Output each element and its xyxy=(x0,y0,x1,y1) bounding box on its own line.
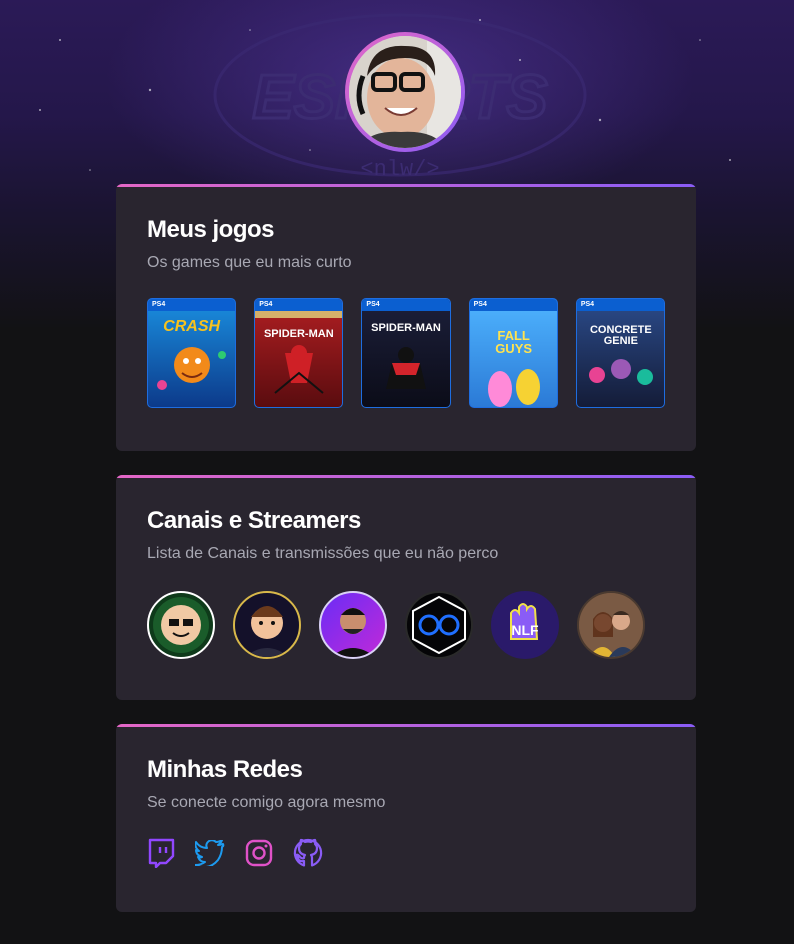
channel-avatar-nlf[interactable]: NLF xyxy=(491,591,559,659)
spiderman-art xyxy=(274,345,324,394)
ps4-label: PS4 xyxy=(469,299,557,311)
fall-guys-art xyxy=(487,369,540,407)
casimiro-logo xyxy=(153,597,209,653)
nlf-logo: NLF xyxy=(510,603,539,640)
game-title: CONCRETE GENIE xyxy=(589,324,652,347)
channel-avatar-streamer-2[interactable] xyxy=(233,591,301,659)
crash-art xyxy=(157,347,226,390)
game-cover-concrete-genie[interactable]: PS4 CONCRETE GENIE xyxy=(575,298,666,408)
channels-card: Canais e Streamers Lista de Canais e tra… xyxy=(116,475,696,700)
games-title: Meus jogos xyxy=(147,216,275,243)
couple-photo xyxy=(579,593,643,657)
concrete-genie-art xyxy=(588,359,653,385)
glasses-logo xyxy=(412,595,466,655)
channel-avatar-couple[interactable] xyxy=(577,591,645,659)
ps4-label: PS4 xyxy=(255,299,343,311)
channels-list: NLF xyxy=(147,591,665,659)
game-cover-miles-morales[interactable]: PS4 SPIDER-MAN xyxy=(361,298,451,408)
streamer-2-avatar xyxy=(245,606,289,657)
instagram-link[interactable] xyxy=(245,839,273,867)
ps4-label: PS4 xyxy=(362,299,450,311)
game-title: SPIDER-MAN xyxy=(371,322,441,334)
game-cover-fall-guys[interactable]: PS4 FALL GUYS xyxy=(468,298,558,408)
ps4-label: PS4 xyxy=(576,299,665,311)
svg-text:<nlw/>: <nlw/> xyxy=(360,157,439,182)
instagram-icon xyxy=(245,839,273,867)
game-cover-spiderman[interactable]: PS4 SPIDER-MAN xyxy=(254,298,344,408)
channels-subtitle: Lista de Canais e transmissões que eu nã… xyxy=(147,545,499,562)
profile-avatar xyxy=(345,32,465,152)
svg-text:NLF: NLF xyxy=(511,622,539,638)
twitter-link[interactable] xyxy=(195,840,225,866)
channel-avatar-streamer-3[interactable] xyxy=(319,591,387,659)
socials-subtitle: Se conecte comigo agora mesmo xyxy=(147,794,386,811)
ps4-label: PS4 xyxy=(148,299,236,311)
channel-avatar-casimiro[interactable] xyxy=(147,591,215,659)
games-subtitle: Os games que eu mais curto xyxy=(147,254,352,271)
socials-list xyxy=(147,838,665,868)
game-title: CRASH xyxy=(163,318,221,335)
avatar-photo xyxy=(349,36,461,148)
games-list: PS4 CRASH PS4 SPIDER-MAN PS4 SPIDER-MAN xyxy=(147,298,666,408)
twitch-link[interactable] xyxy=(147,838,175,868)
game-title: FALL GUYS xyxy=(495,328,533,356)
socials-title: Minhas Redes xyxy=(147,756,303,783)
twitter-icon xyxy=(195,840,225,866)
game-cover-crash[interactable]: PS4 CRASH xyxy=(147,298,237,408)
channel-avatar-glasses[interactable] xyxy=(405,591,473,659)
twitch-icon xyxy=(148,838,175,868)
streamer-3-avatar xyxy=(331,608,375,657)
game-title: SPIDER-MAN xyxy=(263,328,334,340)
github-link[interactable] xyxy=(293,838,323,868)
github-icon xyxy=(293,838,323,867)
miles-art xyxy=(386,347,427,389)
games-card: Meus jogos Os games que eu mais curto PS… xyxy=(116,184,696,451)
channels-title: Canais e Streamers xyxy=(147,507,361,534)
socials-card: Minhas Redes Se conecte comigo agora mes… xyxy=(116,724,696,912)
